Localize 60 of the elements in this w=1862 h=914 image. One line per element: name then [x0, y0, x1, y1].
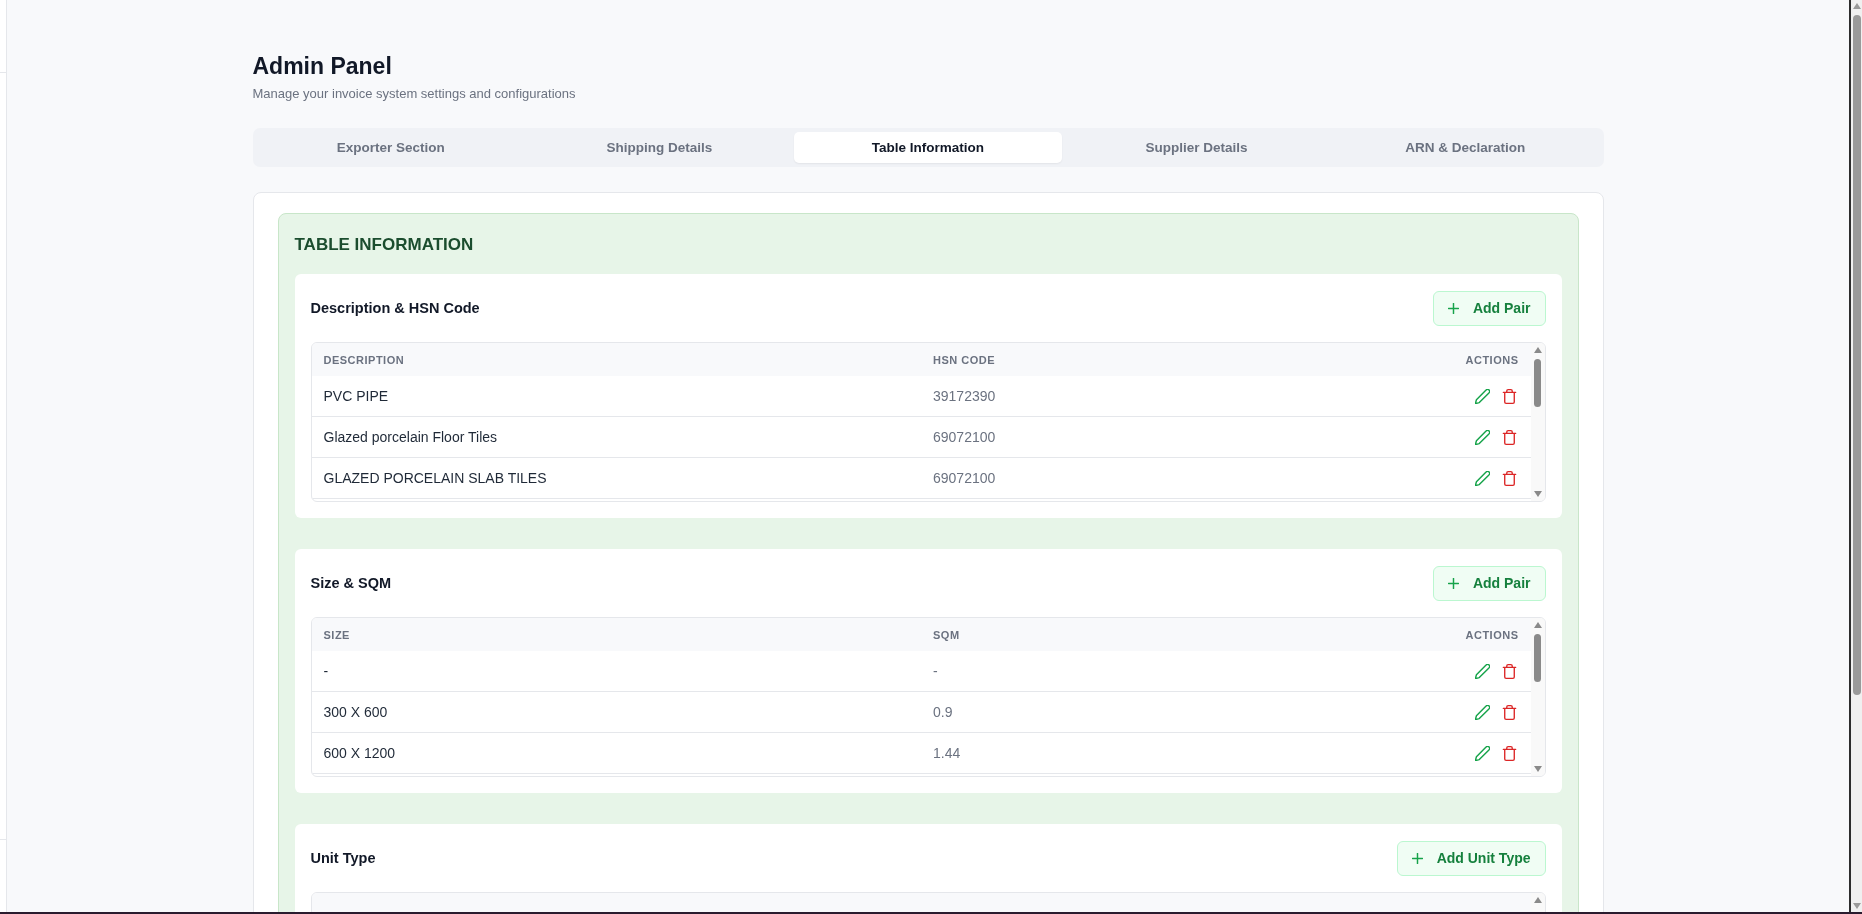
scrollbar-thumb[interactable]	[1852, 15, 1861, 695]
table-cell-text: 39172390	[932, 388, 997, 404]
scroll-down-arrow-icon[interactable]	[1533, 491, 1542, 497]
scrollbar-thumb[interactable]	[1534, 634, 1541, 682]
column-header: SIZE	[322, 628, 351, 641]
column-header: SQM	[932, 628, 961, 641]
trash-icon[interactable]	[1501, 745, 1517, 761]
pencil-icon[interactable]	[1474, 745, 1490, 761]
pencil-icon[interactable]	[1474, 429, 1490, 445]
column-header: ACTIONS	[1464, 353, 1520, 366]
table-cell-text: -	[322, 663, 330, 679]
tab[interactable]: Table Information	[793, 132, 1063, 163]
scroll-up-arrow-icon[interactable]	[1533, 347, 1542, 353]
add-button[interactable]: Add Pair	[1432, 565, 1546, 601]
scrollbar[interactable]	[1530, 343, 1545, 501]
scrollbar-thumb[interactable]	[1534, 359, 1541, 407]
card-title: Description & HSN Code	[310, 300, 480, 316]
tab[interactable]: Shipping Details	[525, 132, 794, 163]
pencil-icon[interactable]	[1474, 470, 1490, 486]
scrollbar[interactable]	[1530, 618, 1545, 776]
table-cell-text: 69072100	[932, 470, 997, 486]
add-button[interactable]: Add Unit Type	[1396, 840, 1546, 876]
page-scrollbar[interactable]	[1849, 0, 1862, 912]
scroll-up-arrow-icon[interactable]	[1533, 897, 1542, 903]
section-title: TABLE INFORMATION	[294, 234, 475, 256]
table-cell-text: 1.44	[932, 745, 962, 761]
plus-icon	[1411, 852, 1423, 864]
tab[interactable]: ARN & Declaration	[1330, 132, 1600, 163]
table-cell-text: GLAZED PORCELAIN SLAB TILES	[322, 470, 548, 486]
table-cell-text: Glazed porcelain Floor Tiles	[322, 429, 499, 445]
scroll-up-arrow-icon[interactable]	[1533, 622, 1542, 628]
pencil-icon[interactable]	[1474, 663, 1490, 679]
card-title: Unit Type	[310, 850, 376, 866]
page-title: Admin Panel	[252, 52, 393, 81]
pencil-icon[interactable]	[1474, 704, 1490, 720]
table-cell-text: 0.9	[932, 704, 954, 720]
trash-icon[interactable]	[1501, 470, 1517, 486]
plus-icon	[1447, 577, 1459, 589]
scroll-up-arrow-icon[interactable]	[1852, 3, 1861, 9]
table-cell-text: 300 X 600	[322, 704, 389, 720]
column-header: ACTIONS	[1464, 628, 1520, 641]
column-header: DESCRIPTION	[322, 353, 406, 366]
card-title: Size & SQM	[310, 575, 392, 591]
page-subtitle: Manage your invoice system settings and configurations	[252, 85, 577, 103]
trash-icon[interactable]	[1501, 663, 1517, 679]
plus-icon	[1447, 302, 1459, 314]
trash-icon[interactable]	[1501, 388, 1517, 404]
pencil-icon[interactable]	[1474, 388, 1490, 404]
scroll-down-arrow-icon[interactable]	[1852, 903, 1861, 909]
column-header: HSN CODE	[932, 353, 997, 366]
trash-icon[interactable]	[1501, 704, 1517, 720]
trash-icon[interactable]	[1501, 429, 1517, 445]
tab[interactable]: Supplier Details	[1062, 132, 1331, 163]
table-cell-text: -	[932, 663, 939, 679]
table-cell-text: PVC PIPE	[322, 388, 390, 404]
tab[interactable]: Exporter Section	[256, 132, 526, 163]
table-cell-text: 600 X 1200	[322, 745, 397, 761]
add-button[interactable]: Add Pair	[1432, 290, 1546, 326]
scroll-down-arrow-icon[interactable]	[1533, 766, 1542, 772]
table-cell-text: 69072100	[932, 429, 997, 445]
